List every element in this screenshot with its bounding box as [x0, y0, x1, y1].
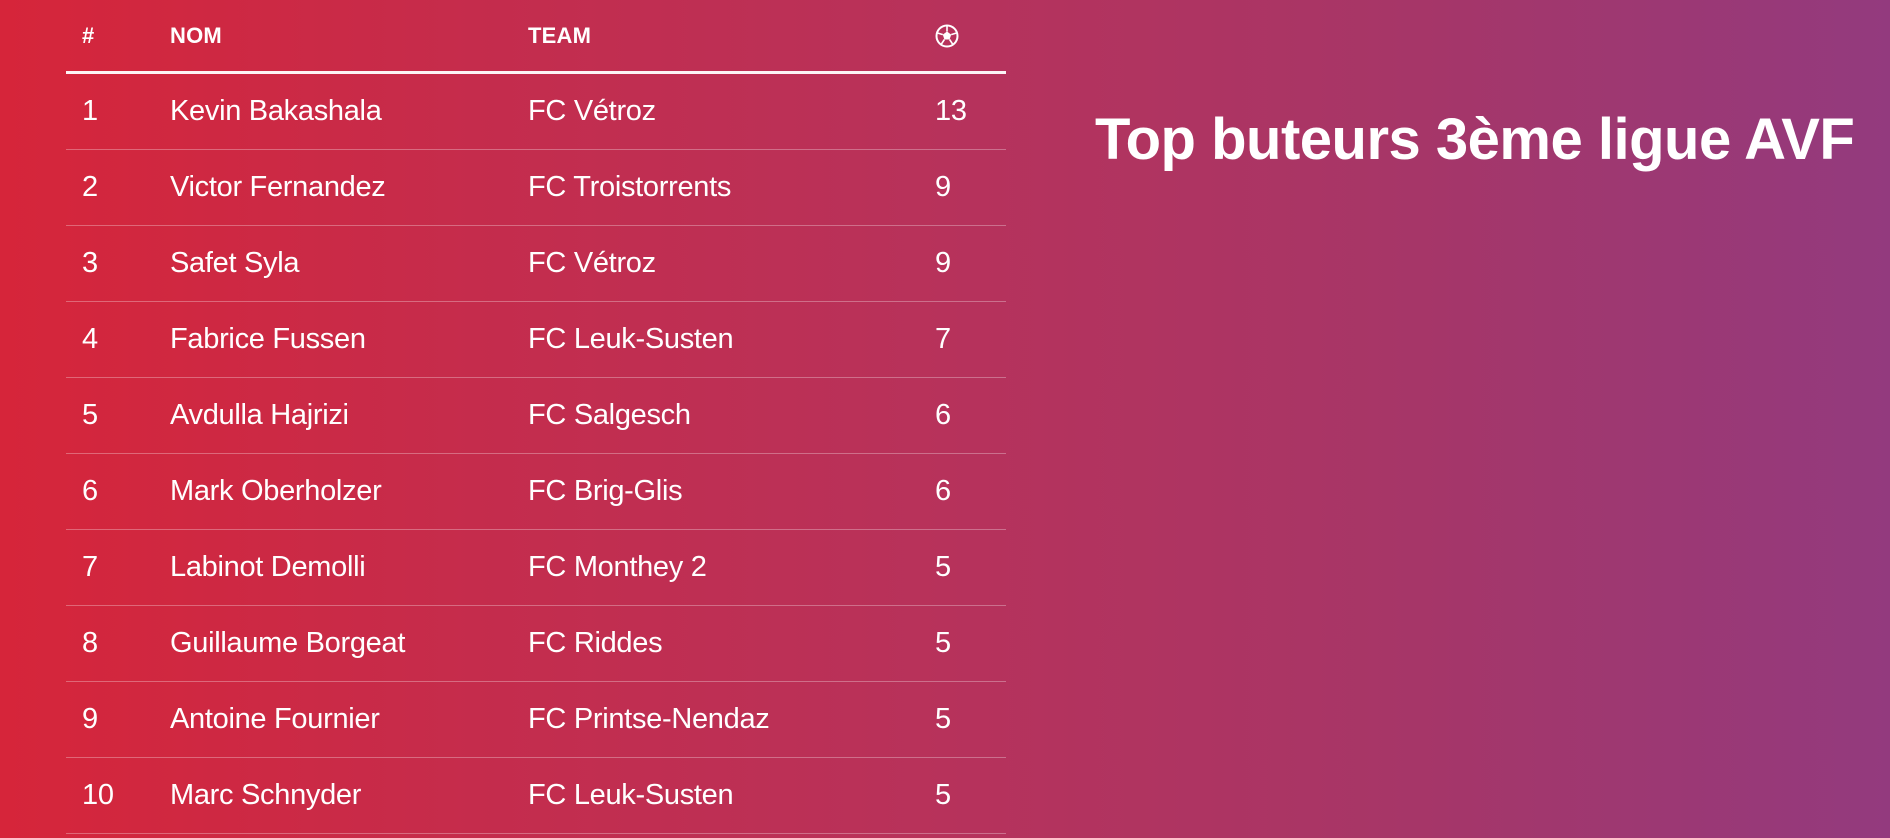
header-goals[interactable] [935, 0, 959, 71]
team-cell: FC Salgesch [528, 399, 691, 431]
team-cell: FC Riddes [528, 627, 663, 659]
goals-cell: 9 [935, 247, 951, 279]
rank-cell: 2 [82, 171, 98, 203]
table-row: 10 Marc Schnyder FC Leuk-Susten 5 [66, 758, 1006, 834]
goals-cell: 6 [935, 399, 951, 431]
player-name-cell: Mark Oberholzer [170, 475, 382, 507]
team-cell: FC Printse-Nendaz [528, 703, 770, 735]
rank-cell: 5 [82, 399, 98, 431]
header-team[interactable]: TEAM [528, 0, 591, 71]
goals-cell: 7 [935, 323, 951, 355]
team-cell: FC Vétroz [528, 247, 656, 279]
team-cell: FC Troistorrents [528, 171, 732, 203]
soccer-ball-icon [935, 24, 959, 48]
player-name-cell: Victor Fernandez [170, 171, 386, 203]
table-row: 7 Labinot Demolli FC Monthey 2 5 [66, 530, 1006, 606]
rank-cell: 4 [82, 323, 98, 355]
top-scorers-table: # NOM TEAM 1 Kevin Bakashala FC Vétroz 1… [66, 0, 1006, 834]
goals-cell: 6 [935, 475, 951, 507]
rank-cell: 9 [82, 703, 98, 735]
goals-cell: 9 [935, 171, 951, 203]
team-cell: FC Monthey 2 [528, 551, 707, 583]
goals-cell: 5 [935, 627, 951, 659]
table-row: 9 Antoine Fournier FC Printse-Nendaz 5 [66, 682, 1006, 758]
table-row: 2 Victor Fernandez FC Troistorrents 9 [66, 150, 1006, 226]
player-name-cell: Antoine Fournier [170, 703, 380, 735]
player-name-cell: Kevin Bakashala [170, 95, 382, 127]
table-row: 8 Guillaume Borgeat FC Riddes 5 [66, 606, 1006, 682]
rank-cell: 10 [82, 779, 114, 811]
goals-cell: 5 [935, 703, 951, 735]
table-header-row: # NOM TEAM [66, 0, 1006, 74]
rank-cell: 8 [82, 627, 98, 659]
table-row: 4 Fabrice Fussen FC Leuk-Susten 7 [66, 302, 1006, 378]
rank-cell: 3 [82, 247, 98, 279]
player-name-cell: Marc Schnyder [170, 779, 362, 811]
page-title: Top buteurs 3ème ligue AVF [1095, 107, 1855, 172]
team-cell: FC Vétroz [528, 95, 656, 127]
goals-cell: 5 [935, 551, 951, 583]
table-row: 1 Kevin Bakashala FC Vétroz 13 [66, 74, 1006, 150]
header-rank[interactable]: # [82, 0, 94, 71]
rank-cell: 6 [82, 475, 98, 507]
table-row: 5 Avdulla Hajrizi FC Salgesch 6 [66, 378, 1006, 454]
team-cell: FC Brig-Glis [528, 475, 683, 507]
player-name-cell: Safet Syla [170, 247, 300, 279]
player-name-cell: Fabrice Fussen [170, 323, 366, 355]
player-name-cell: Avdulla Hajrizi [170, 399, 349, 431]
player-name-cell: Guillaume Borgeat [170, 627, 406, 659]
table-row: 6 Mark Oberholzer FC Brig-Glis 6 [66, 454, 1006, 530]
rank-cell: 7 [82, 551, 98, 583]
rank-cell: 1 [82, 95, 98, 127]
header-name[interactable]: NOM [170, 0, 222, 71]
player-name-cell: Labinot Demolli [170, 551, 366, 583]
table-row: 3 Safet Syla FC Vétroz 9 [66, 226, 1006, 302]
team-cell: FC Leuk-Susten [528, 323, 734, 355]
goals-cell: 13 [935, 95, 967, 127]
team-cell: FC Leuk-Susten [528, 779, 734, 811]
goals-cell: 5 [935, 779, 951, 811]
